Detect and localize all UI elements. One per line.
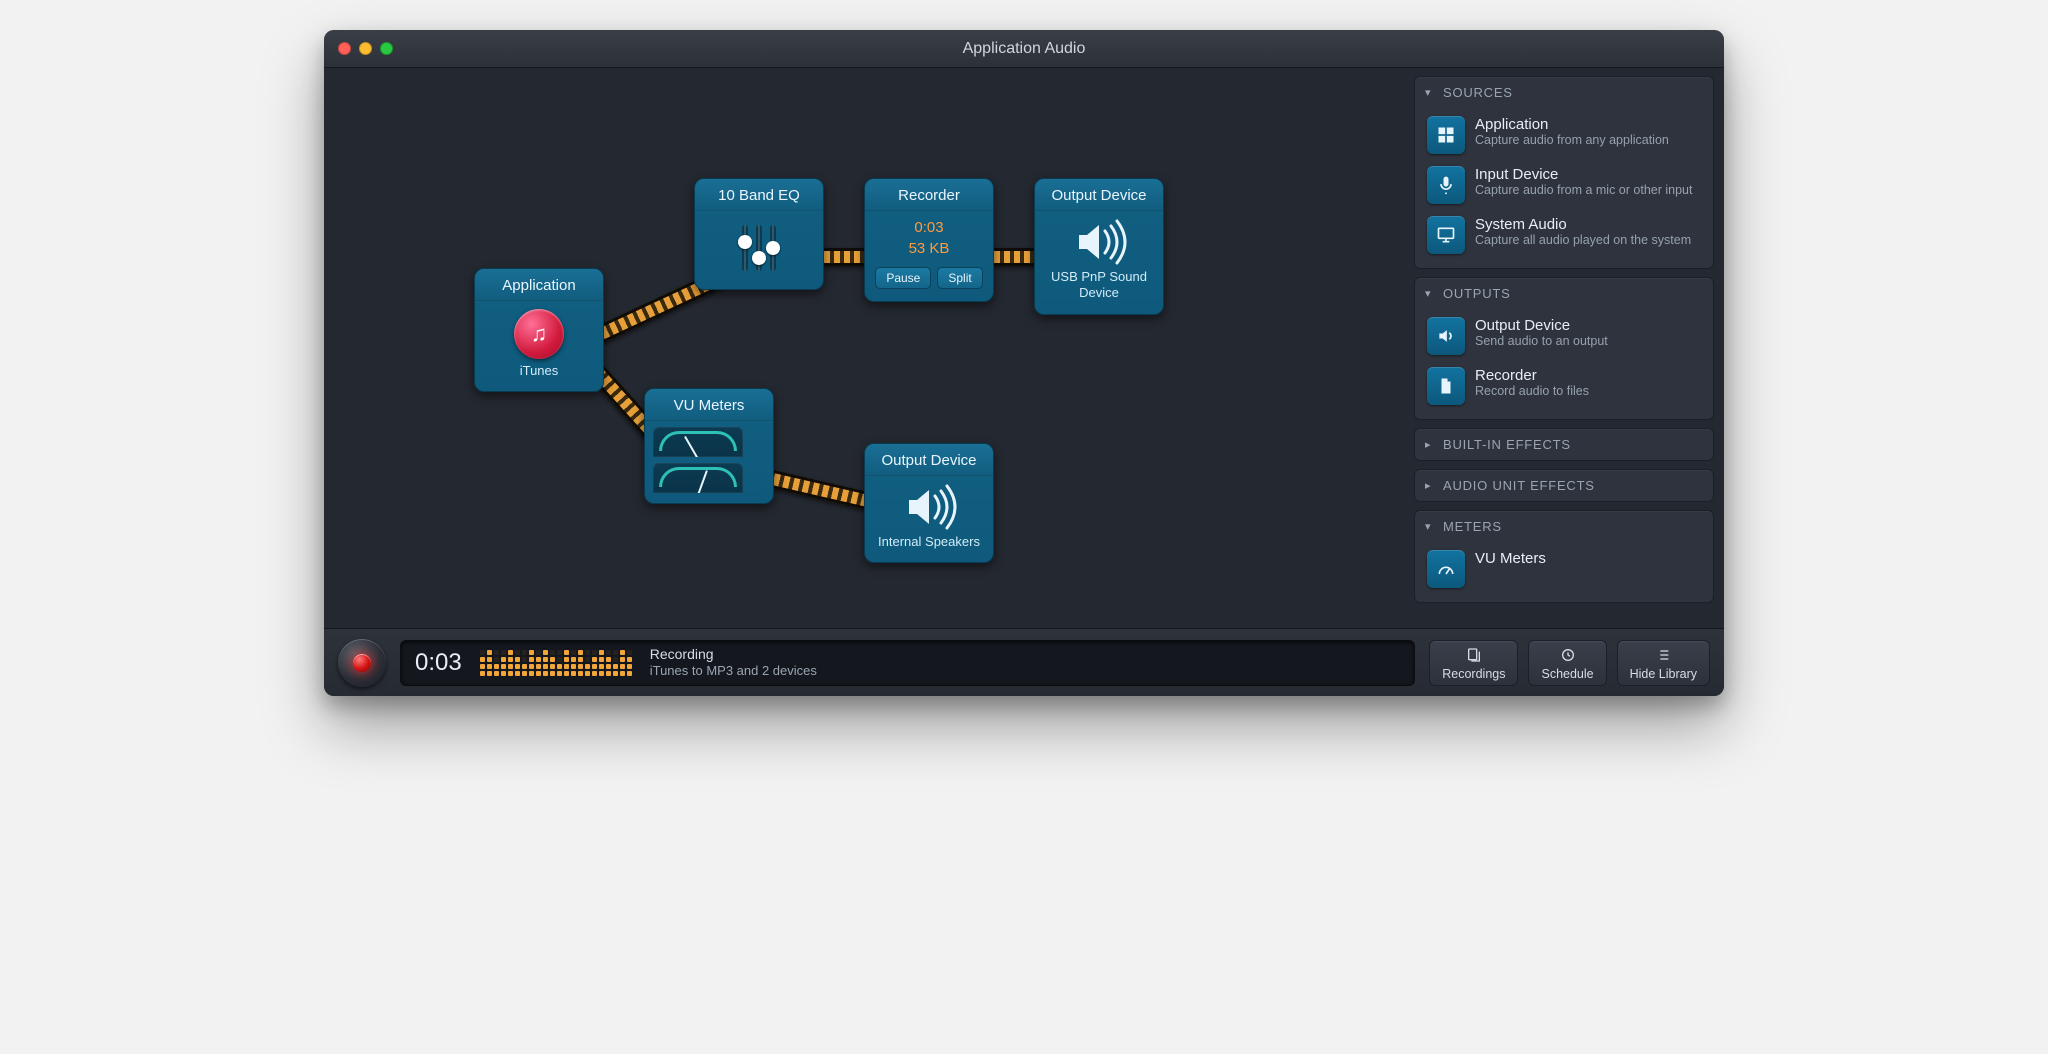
library-item-desc: Record audio to files — [1475, 384, 1589, 400]
app-icon — [1427, 116, 1465, 154]
library-item-title: Input Device — [1475, 166, 1692, 183]
button-label: Hide Library — [1630, 667, 1697, 681]
record-led-icon — [353, 654, 371, 672]
library-item-desc: Capture audio from any application — [1475, 133, 1669, 149]
chevron-right-icon: ▸ — [1425, 479, 1437, 492]
recordings-icon — [1465, 647, 1483, 663]
node-application[interactable]: Application ♫ iTunes — [474, 268, 604, 392]
speaker-icon — [1067, 219, 1131, 265]
chevron-down-icon: ▾ — [1425, 287, 1437, 300]
panel-au-effects: ▸ AUDIO UNIT EFFECTS — [1414, 469, 1714, 502]
split-button[interactable]: Split — [937, 267, 982, 289]
vu-meter-icon — [645, 421, 773, 495]
footer-buttons: Recordings Schedule Hide Library — [1429, 640, 1710, 686]
minimize-button[interactable] — [359, 42, 372, 55]
library-item-title: System Audio — [1475, 216, 1691, 233]
recorder-time: 0:03 — [914, 219, 943, 236]
panel-sources: ▾ SOURCES Application Capture audio from… — [1414, 76, 1714, 269]
node-output-internal[interactable]: Output Device Internal Speakers — [864, 443, 994, 563]
hide-library-button[interactable]: Hide Library — [1617, 640, 1710, 686]
chevron-down-icon: ▾ — [1425, 520, 1437, 533]
library-sidebar: ▾ SOURCES Application Capture audio from… — [1404, 68, 1724, 628]
node-output-usb[interactable]: Output Device USB PnP Sound Device — [1034, 178, 1164, 315]
clock-icon — [1559, 647, 1577, 663]
node-title: 10 Band EQ — [695, 179, 823, 211]
recorder-size: 53 KB — [909, 240, 950, 257]
close-button[interactable] — [338, 42, 351, 55]
file-icon — [1427, 367, 1465, 405]
button-label: Recordings — [1442, 667, 1505, 681]
node-title: Application — [475, 269, 603, 301]
footer-bar: 0:03 Recording iTunes to MP3 and 2 devic… — [324, 628, 1724, 696]
panel-title: SOURCES — [1443, 85, 1513, 100]
library-item-system-audio[interactable]: System Audio Capture all audio played on… — [1423, 210, 1705, 260]
speaker-icon — [897, 484, 961, 530]
zoom-button[interactable] — [380, 42, 393, 55]
node-title: Output Device — [1035, 179, 1163, 211]
node-title: Recorder — [865, 179, 993, 211]
chevron-right-icon: ▸ — [1425, 438, 1437, 451]
library-item-title: Output Device — [1475, 317, 1608, 334]
status-time: 0:03 — [415, 649, 462, 677]
gauge-icon — [1427, 550, 1465, 588]
panel-outputs: ▾ OUTPUTS Output Device Send audio to an… — [1414, 277, 1714, 420]
node-vu-meters[interactable]: VU Meters — [644, 388, 774, 504]
panel-title: OUTPUTS — [1443, 286, 1511, 301]
eq-sliders-icon — [742, 219, 776, 271]
chevron-down-icon: ▾ — [1425, 86, 1437, 99]
panel-title: BUILT-IN EFFECTS — [1443, 437, 1571, 452]
speaker-icon — [1427, 317, 1465, 355]
library-item-title: Recorder — [1475, 367, 1589, 384]
title-bar: Application Audio — [324, 30, 1724, 68]
node-sublabel: Internal Speakers — [878, 534, 980, 550]
library-item-title: VU Meters — [1475, 550, 1546, 567]
itunes-icon: ♫ — [514, 309, 564, 359]
library-item-desc: Capture audio from a mic or other input — [1475, 183, 1692, 199]
pause-button[interactable]: Pause — [875, 267, 931, 289]
node-title: VU Meters — [645, 389, 773, 421]
status-text: Recording iTunes to MP3 and 2 devices — [650, 646, 817, 678]
status-line2: iTunes to MP3 and 2 devices — [650, 663, 817, 679]
panel-title: AUDIO UNIT EFFECTS — [1443, 478, 1595, 493]
status-line1: Recording — [650, 646, 817, 663]
panel-meters: ▾ METERS VU Meters — [1414, 510, 1714, 603]
library-item-recorder[interactable]: Recorder Record audio to files — [1423, 361, 1705, 411]
node-sublabel: iTunes — [520, 363, 559, 379]
schedule-button[interactable]: Schedule — [1528, 640, 1606, 686]
record-button[interactable] — [338, 639, 386, 687]
panel-title: METERS — [1443, 519, 1502, 534]
list-icon — [1653, 647, 1673, 663]
main-body: Application ♫ iTunes 10 Band EQ — [324, 68, 1724, 628]
button-label: Schedule — [1541, 667, 1593, 681]
panel-header-outputs[interactable]: ▾ OUTPUTS — [1415, 278, 1713, 309]
library-item-vu-meters[interactable]: VU Meters — [1423, 544, 1705, 594]
status-display: 0:03 Recording iTunes to MP3 and 2 devic… — [400, 640, 1415, 686]
routing-canvas[interactable]: Application ♫ iTunes 10 Band EQ — [324, 68, 1404, 628]
library-item-title: Application — [1475, 116, 1669, 133]
panel-builtin-effects: ▸ BUILT-IN EFFECTS — [1414, 428, 1714, 461]
library-item-output-device[interactable]: Output Device Send audio to an output — [1423, 311, 1705, 361]
window-title: Application Audio — [324, 40, 1724, 58]
node-recorder[interactable]: Recorder 0:03 53 KB Pause Split — [864, 178, 994, 302]
node-title: Output Device — [865, 444, 993, 476]
display-icon — [1427, 216, 1465, 254]
node-sublabel: USB PnP Sound Device — [1051, 269, 1147, 302]
library-item-desc: Send audio to an output — [1475, 334, 1608, 350]
level-meter-icon — [480, 650, 632, 676]
panel-header-sources[interactable]: ▾ SOURCES — [1415, 77, 1713, 108]
panel-header-au[interactable]: ▸ AUDIO UNIT EFFECTS — [1415, 470, 1713, 501]
library-item-desc: Capture all audio played on the system — [1475, 233, 1691, 249]
library-item-input-device[interactable]: Input Device Capture audio from a mic or… — [1423, 160, 1705, 210]
recordings-button[interactable]: Recordings — [1429, 640, 1518, 686]
microphone-icon — [1427, 166, 1465, 204]
window-controls — [338, 42, 393, 55]
node-eq[interactable]: 10 Band EQ — [694, 178, 824, 290]
panel-header-meters[interactable]: ▾ METERS — [1415, 511, 1713, 542]
panel-header-builtin[interactable]: ▸ BUILT-IN EFFECTS — [1415, 429, 1713, 460]
app-window: Application Audio Application ♫ iTunes 1… — [324, 30, 1724, 696]
library-item-application[interactable]: Application Capture audio from any appli… — [1423, 110, 1705, 160]
